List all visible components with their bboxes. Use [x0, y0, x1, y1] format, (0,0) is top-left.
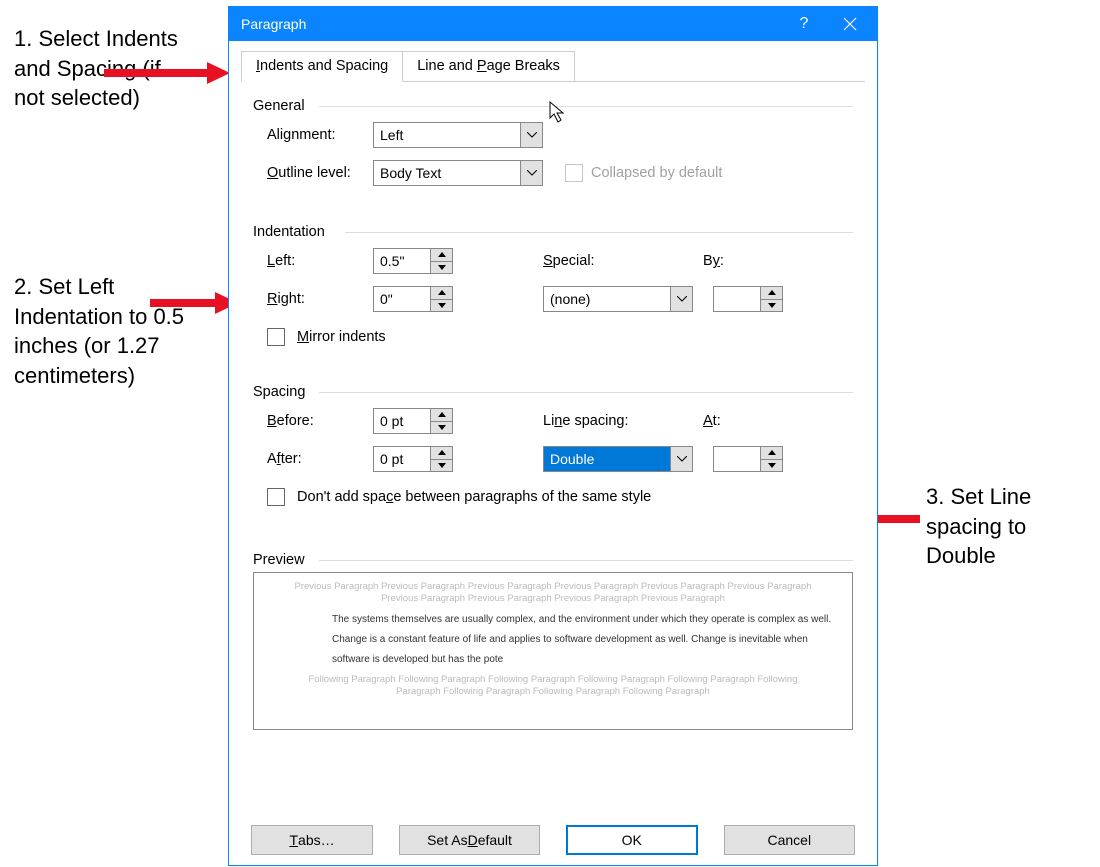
- indent-left-value: 0.5": [374, 249, 430, 273]
- chevron-down-icon: [670, 447, 692, 471]
- indent-right-spinner[interactable]: 0": [373, 286, 453, 312]
- caret-down-icon: [761, 300, 782, 312]
- caret-up-icon: [431, 249, 452, 262]
- dialog-title: Paragraph: [241, 16, 781, 32]
- spinner-buttons[interactable]: [760, 287, 782, 311]
- collapsed-label: Collapsed by default: [591, 165, 722, 181]
- help-button[interactable]: ?: [781, 7, 827, 41]
- by-spinner[interactable]: [713, 286, 783, 312]
- chevron-down-icon: [520, 123, 542, 147]
- caret-up-icon: [431, 409, 452, 422]
- spinner-buttons[interactable]: [430, 287, 452, 311]
- set-default-button[interactable]: Set As Default: [399, 825, 540, 855]
- before-value: 0 pt: [374, 409, 430, 433]
- close-icon: [843, 17, 857, 31]
- after-value: 0 pt: [374, 447, 430, 471]
- arrow-icon: [148, 288, 240, 318]
- special-label: Special:: [543, 253, 703, 269]
- titlebar: Paragraph ?: [229, 7, 877, 41]
- indent-right-label: Right:: [253, 291, 373, 307]
- collapsed-checkbox: [565, 164, 583, 182]
- caret-up-icon: [431, 287, 452, 300]
- at-value: [714, 447, 760, 471]
- annotation-3: 3. Set Line spacing to Double: [926, 482, 1096, 571]
- caret-down-icon: [431, 262, 452, 274]
- spinner-buttons[interactable]: [760, 447, 782, 471]
- group-spacing: Spacing: [253, 384, 853, 400]
- indent-right-value: 0": [374, 287, 430, 311]
- before-spinner[interactable]: 0 pt: [373, 408, 453, 434]
- preview-prev-text: Previous Paragraph Previous Paragraph Pr…: [264, 581, 842, 606]
- ok-button[interactable]: OK: [566, 825, 698, 855]
- preview-box: Previous Paragraph Previous Paragraph Pr…: [253, 572, 853, 730]
- at-label: At:: [703, 413, 721, 429]
- indent-left-label: Left:: [253, 253, 373, 269]
- nospace-label: Don't add space between paragraphs of th…: [297, 489, 651, 505]
- tab-indents-spacing[interactable]: Indents and Spacing: [241, 51, 403, 82]
- by-label: By:: [703, 253, 724, 269]
- alignment-value: Left: [374, 123, 520, 147]
- caret-down-icon: [431, 300, 452, 312]
- outline-value: Body Text: [374, 161, 520, 185]
- special-value: (none): [544, 287, 670, 311]
- mirror-label: Mirror indents: [297, 329, 386, 345]
- spinner-buttons[interactable]: [430, 447, 452, 471]
- spinner-buttons[interactable]: [430, 249, 452, 273]
- paragraph-dialog: Paragraph ? Indents and Spacing Line and…: [228, 6, 878, 866]
- alignment-combo[interactable]: Left: [373, 122, 543, 148]
- line-spacing-combo[interactable]: Double: [543, 446, 693, 472]
- caret-down-icon: [761, 460, 782, 472]
- at-spinner[interactable]: [713, 446, 783, 472]
- cancel-button[interactable]: Cancel: [724, 825, 855, 855]
- before-label: Before:: [253, 413, 373, 429]
- group-preview: Preview: [253, 552, 853, 568]
- indent-left-spinner[interactable]: 0.5": [373, 248, 453, 274]
- dialog-buttons: Tabs… Set As Default OK Cancel: [229, 825, 877, 855]
- mirror-checkbox[interactable]: [267, 328, 285, 346]
- tab-label: Indents and Spacing: [256, 58, 388, 74]
- caret-up-icon: [761, 447, 782, 460]
- line-spacing-label: Line spacing:: [543, 413, 703, 429]
- after-label: After:: [253, 451, 373, 467]
- preview-next-text: Following Paragraph Following Paragraph …: [264, 674, 842, 699]
- outline-combo[interactable]: Body Text: [373, 160, 543, 186]
- alignment-label: Alignment:: [253, 127, 373, 143]
- spinner-buttons[interactable]: [430, 409, 452, 433]
- tab-strip: Indents and Spacing Line and Page Breaks: [229, 41, 877, 82]
- after-spinner[interactable]: 0 pt: [373, 446, 453, 472]
- close-button[interactable]: [827, 7, 873, 41]
- group-general: General: [253, 98, 853, 114]
- caret-down-icon: [431, 460, 452, 472]
- tabs-button[interactable]: Tabs…: [251, 825, 373, 855]
- preview-sample-text: The systems themselves are usually compl…: [332, 610, 842, 670]
- by-value: [714, 287, 760, 311]
- caret-up-icon: [761, 287, 782, 300]
- special-combo[interactable]: (none): [543, 286, 693, 312]
- group-indentation: Indentation: [253, 224, 853, 240]
- tab-label: Line and Page Breaks: [417, 58, 560, 74]
- line-spacing-value: Double: [544, 447, 670, 471]
- arrow-icon: [102, 58, 232, 88]
- chevron-down-icon: [670, 287, 692, 311]
- tab-line-page-breaks[interactable]: Line and Page Breaks: [403, 51, 575, 82]
- caret-down-icon: [431, 422, 452, 434]
- caret-up-icon: [431, 447, 452, 460]
- chevron-down-icon: [520, 161, 542, 185]
- nospace-checkbox[interactable]: [267, 488, 285, 506]
- outline-label: Outline level:: [253, 165, 373, 181]
